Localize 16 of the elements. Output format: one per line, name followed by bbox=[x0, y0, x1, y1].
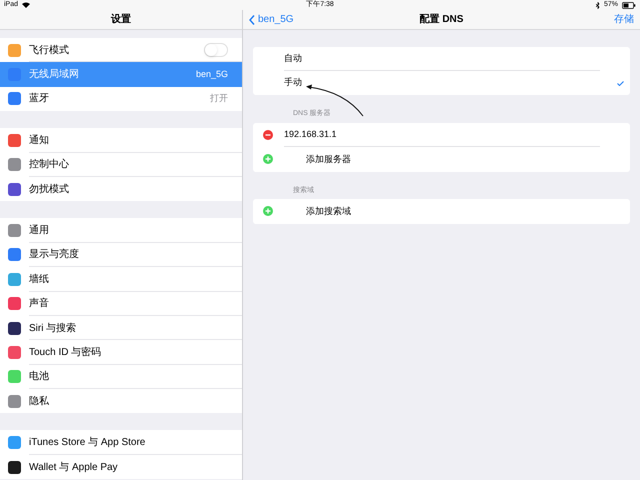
chevron-left-icon bbox=[249, 14, 255, 24]
add-icon[interactable] bbox=[263, 206, 273, 216]
add-icon[interactable] bbox=[263, 154, 273, 164]
save-button[interactable]: 存储 bbox=[614, 12, 634, 27]
back-button[interactable]: ben_5G bbox=[249, 12, 329, 27]
dns-server-address[interactable]: 192.168.31.1 bbox=[284, 128, 337, 142]
battery-icon bbox=[622, 2, 636, 8]
wifi-icon bbox=[22, 2, 30, 8]
page-title: 配置 DNS bbox=[420, 12, 464, 27]
add-entry-label[interactable]: 添加服务器 bbox=[306, 152, 351, 166]
dns-mode-option[interactable]: 自动 bbox=[253, 47, 630, 71]
remove-icon[interactable] bbox=[263, 130, 273, 140]
dns-mode-option[interactable]: 手动 bbox=[253, 71, 630, 95]
bluetooth-icon bbox=[596, 2, 600, 8]
add-entry-label[interactable]: 添加搜索域 bbox=[306, 204, 351, 218]
sidebar-title: 设置 bbox=[111, 12, 131, 27]
